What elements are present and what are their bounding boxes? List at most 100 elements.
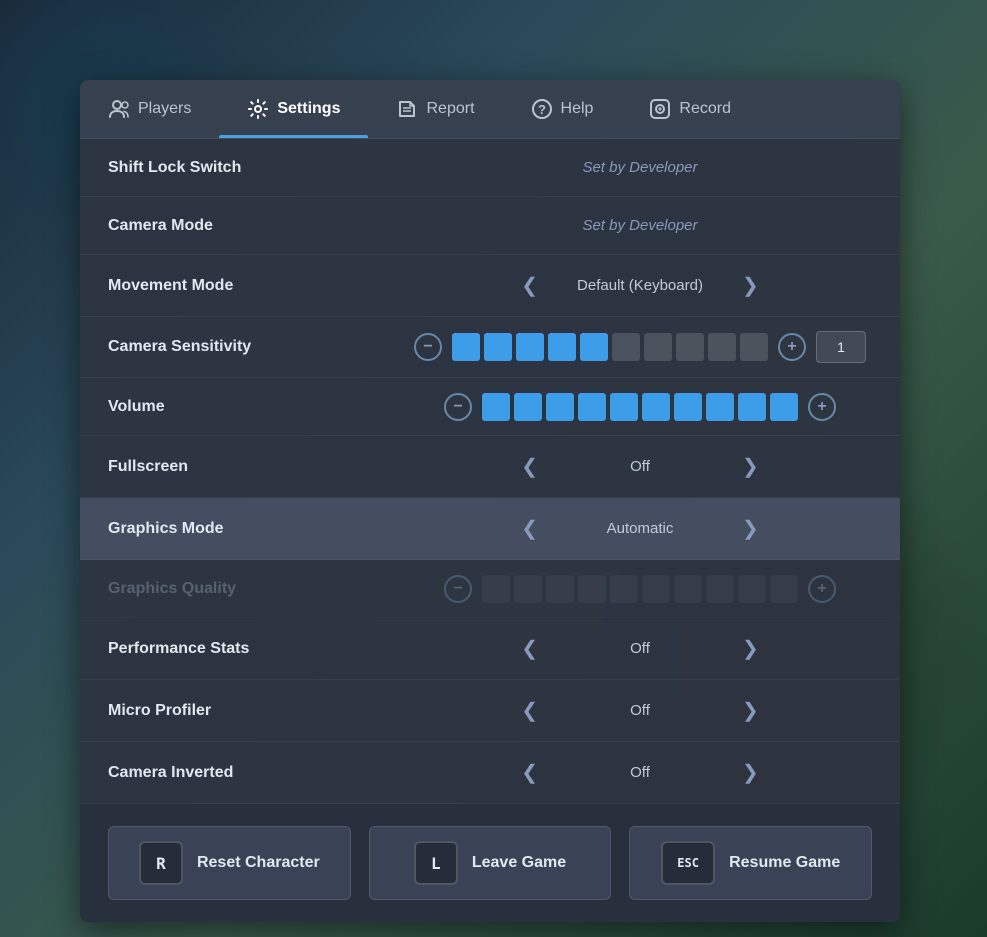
gq-decrease: − — [444, 575, 472, 603]
setting-graphics-mode: Graphics Mode ❮ Automatic ❯ — [80, 498, 900, 560]
setting-movement-mode: Movement Mode ❮ Default (Keyboard) ❯ — [80, 255, 900, 317]
setting-shift-lock: Shift Lock Switch Set by Developer — [80, 139, 900, 197]
micro-profiler-label: Micro Profiler — [108, 702, 408, 720]
vol-block-7 — [674, 393, 702, 421]
volume-control: − + — [408, 393, 872, 421]
players-icon — [108, 98, 130, 120]
camera-inverted-next[interactable]: ❯ — [732, 756, 769, 789]
volume-label: Volume — [108, 398, 408, 416]
shift-lock-label: Shift Lock Switch — [108, 159, 408, 177]
graphics-mode-next[interactable]: ❯ — [732, 512, 769, 545]
resume-key-badge: ESC — [661, 841, 715, 885]
micro-profiler-prev[interactable]: ❮ — [511, 694, 548, 727]
vol-block-1 — [482, 393, 510, 421]
volume-slider-container: − + — [444, 393, 836, 421]
vol-block-9 — [738, 393, 766, 421]
camera-mode-control: Set by Developer — [408, 217, 872, 234]
gq-block-5 — [610, 575, 638, 603]
tab-bar: Players Settings Report — [80, 80, 900, 139]
tab-help-label: Help — [561, 100, 594, 118]
gq-block-1 — [482, 575, 510, 603]
setting-fullscreen: Fullscreen ❮ Off ❯ — [80, 436, 900, 498]
shift-lock-value: Set by Developer — [582, 159, 697, 176]
camera-inverted-control: ❮ Off ❯ — [408, 756, 872, 789]
resume-label: Resume Game — [729, 854, 840, 872]
performance-stats-prev[interactable]: ❮ — [511, 632, 548, 665]
camera-mode-value: Set by Developer — [582, 217, 697, 234]
gq-block-9 — [738, 575, 766, 603]
gq-block-10 — [770, 575, 798, 603]
tab-report[interactable]: Report — [368, 80, 502, 138]
reset-character-button[interactable]: R Reset Character — [108, 826, 351, 900]
graphics-quality-label: Graphics Quality — [108, 580, 408, 598]
vol-block-8 — [706, 393, 734, 421]
setting-performance-stats: Performance Stats ❮ Off ❯ — [80, 618, 900, 680]
settings-panel: Players Settings Report — [80, 80, 900, 922]
volume-decrease[interactable]: − — [444, 393, 472, 421]
fullscreen-control: ❮ Off ❯ — [408, 450, 872, 483]
gq-block-2 — [514, 575, 542, 603]
movement-mode-label: Movement Mode — [108, 277, 408, 295]
performance-stats-value: Off — [560, 640, 720, 657]
graphics-mode-prev[interactable]: ❮ — [511, 512, 548, 545]
gq-block-6 — [642, 575, 670, 603]
movement-mode-next[interactable]: ❯ — [732, 269, 769, 302]
vol-block-2 — [514, 393, 542, 421]
camera-inverted-label: Camera Inverted — [108, 764, 408, 782]
setting-micro-profiler: Micro Profiler ❮ Off ❯ — [80, 680, 900, 742]
block-9 — [708, 333, 736, 361]
tab-players-label: Players — [138, 100, 191, 118]
resume-game-button[interactable]: ESC Resume Game — [629, 826, 872, 900]
vol-block-3 — [546, 393, 574, 421]
volume-blocks — [482, 393, 798, 421]
graphics-mode-value: Automatic — [560, 520, 720, 537]
block-8 — [676, 333, 704, 361]
camera-inverted-prev[interactable]: ❮ — [511, 756, 548, 789]
leave-label: Leave Game — [472, 854, 566, 872]
graphics-mode-label: Graphics Mode — [108, 520, 408, 538]
camera-sensitivity-label: Camera Sensitivity — [108, 338, 408, 356]
block-4 — [548, 333, 576, 361]
sensitivity-decrease[interactable]: − — [414, 333, 442, 361]
block-6 — [612, 333, 640, 361]
micro-profiler-value: Off — [560, 702, 720, 719]
setting-camera-inverted: Camera Inverted ❮ Off ❯ — [80, 742, 900, 804]
gq-block-3 — [546, 575, 574, 603]
setting-camera-sensitivity: Camera Sensitivity − — [80, 317, 900, 378]
block-1 — [452, 333, 480, 361]
tab-players[interactable]: Players — [80, 80, 219, 138]
settings-icon — [247, 98, 269, 120]
block-3 — [516, 333, 544, 361]
sensitivity-slider-container: − + — [414, 331, 866, 363]
tab-record[interactable]: Record — [621, 80, 759, 138]
movement-mode-value: Default (Keyboard) — [560, 277, 720, 294]
gq-block-4 — [578, 575, 606, 603]
movement-mode-prev[interactable]: ❮ — [511, 269, 548, 302]
vol-block-5 — [610, 393, 638, 421]
sensitivity-increase[interactable]: + — [778, 333, 806, 361]
performance-stats-next[interactable]: ❯ — [732, 632, 769, 665]
gq-increase: + — [808, 575, 836, 603]
leave-game-button[interactable]: L Leave Game — [369, 826, 612, 900]
micro-profiler-next[interactable]: ❯ — [732, 694, 769, 727]
camera-sensitivity-control: − + — [408, 331, 872, 363]
fullscreen-value: Off — [560, 458, 720, 475]
tab-settings[interactable]: Settings — [219, 80, 368, 138]
bottom-action-bar: R Reset Character L Leave Game ESC Resum… — [80, 804, 900, 922]
gq-block-7 — [674, 575, 702, 603]
block-5 — [580, 333, 608, 361]
vol-block-10 — [770, 393, 798, 421]
camera-mode-label: Camera Mode — [108, 217, 408, 235]
reset-key-badge: R — [139, 841, 183, 885]
vol-block-6 — [642, 393, 670, 421]
record-icon — [649, 98, 671, 120]
fullscreen-next[interactable]: ❯ — [732, 450, 769, 483]
fullscreen-prev[interactable]: ❮ — [511, 450, 548, 483]
setting-camera-mode: Camera Mode Set by Developer — [80, 197, 900, 255]
sensitivity-input[interactable] — [816, 331, 866, 363]
volume-increase[interactable]: + — [808, 393, 836, 421]
reset-label: Reset Character — [197, 854, 320, 872]
tab-help[interactable]: ? Help — [503, 80, 622, 138]
graphics-quality-control: − + — [408, 575, 872, 603]
vol-block-4 — [578, 393, 606, 421]
